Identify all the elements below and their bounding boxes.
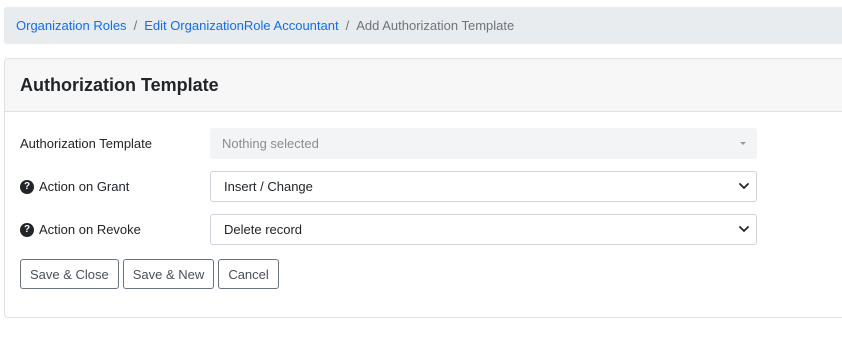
revoke-row: ? Action on Revoke Delete record (5, 214, 842, 245)
revoke-select-value: Delete record (224, 222, 303, 237)
revoke-select[interactable]: Delete record (210, 214, 757, 245)
card-header: Authorization Template (5, 59, 842, 112)
template-select-value: Nothing selected (222, 136, 319, 151)
revoke-label-text: Action on Revoke (39, 222, 141, 237)
caret-down-icon (740, 142, 746, 145)
grant-row: ? Action on Grant Insert / Change (5, 171, 842, 202)
question-circle-icon[interactable]: ? (20, 222, 34, 237)
breadcrumb-separator: / (133, 18, 138, 33)
breadcrumb-separator: / (345, 18, 350, 33)
grant-select-value: Insert / Change (224, 179, 313, 194)
breadcrumb-edit-organization-role[interactable]: Edit OrganizationRole Accountant (144, 18, 338, 33)
template-label: Authorization Template (20, 128, 152, 159)
template-row: Authorization Template Nothing selected (5, 128, 842, 159)
template-label-text: Authorization Template (20, 136, 153, 151)
form-buttons: Save & Close Save & New Cancel (20, 259, 279, 289)
card-title: Authorization Template (20, 74, 219, 95)
save-new-button[interactable]: Save & New (122, 259, 215, 289)
revoke-label: ? Action on Revoke (20, 214, 141, 245)
grant-select[interactable]: Insert / Change (210, 171, 757, 202)
authorization-template-card: Authorization Template Authorization Tem… (4, 58, 842, 318)
question-circle-icon[interactable]: ? (20, 179, 34, 194)
breadcrumb-organization-roles[interactable]: Organization Roles (16, 18, 127, 33)
template-select[interactable]: Nothing selected (210, 128, 757, 159)
save-close-button[interactable]: Save & Close (20, 259, 119, 289)
chevron-down-icon (739, 226, 749, 232)
cancel-button[interactable]: Cancel (218, 259, 279, 289)
grant-label-text: Action on Grant (39, 179, 130, 194)
breadcrumb: Organization Roles / Edit OrganizationRo… (4, 7, 842, 44)
breadcrumb-current: Add Authorization Template (356, 18, 515, 33)
grant-label: ? Action on Grant (20, 171, 129, 202)
chevron-down-icon (739, 183, 749, 189)
